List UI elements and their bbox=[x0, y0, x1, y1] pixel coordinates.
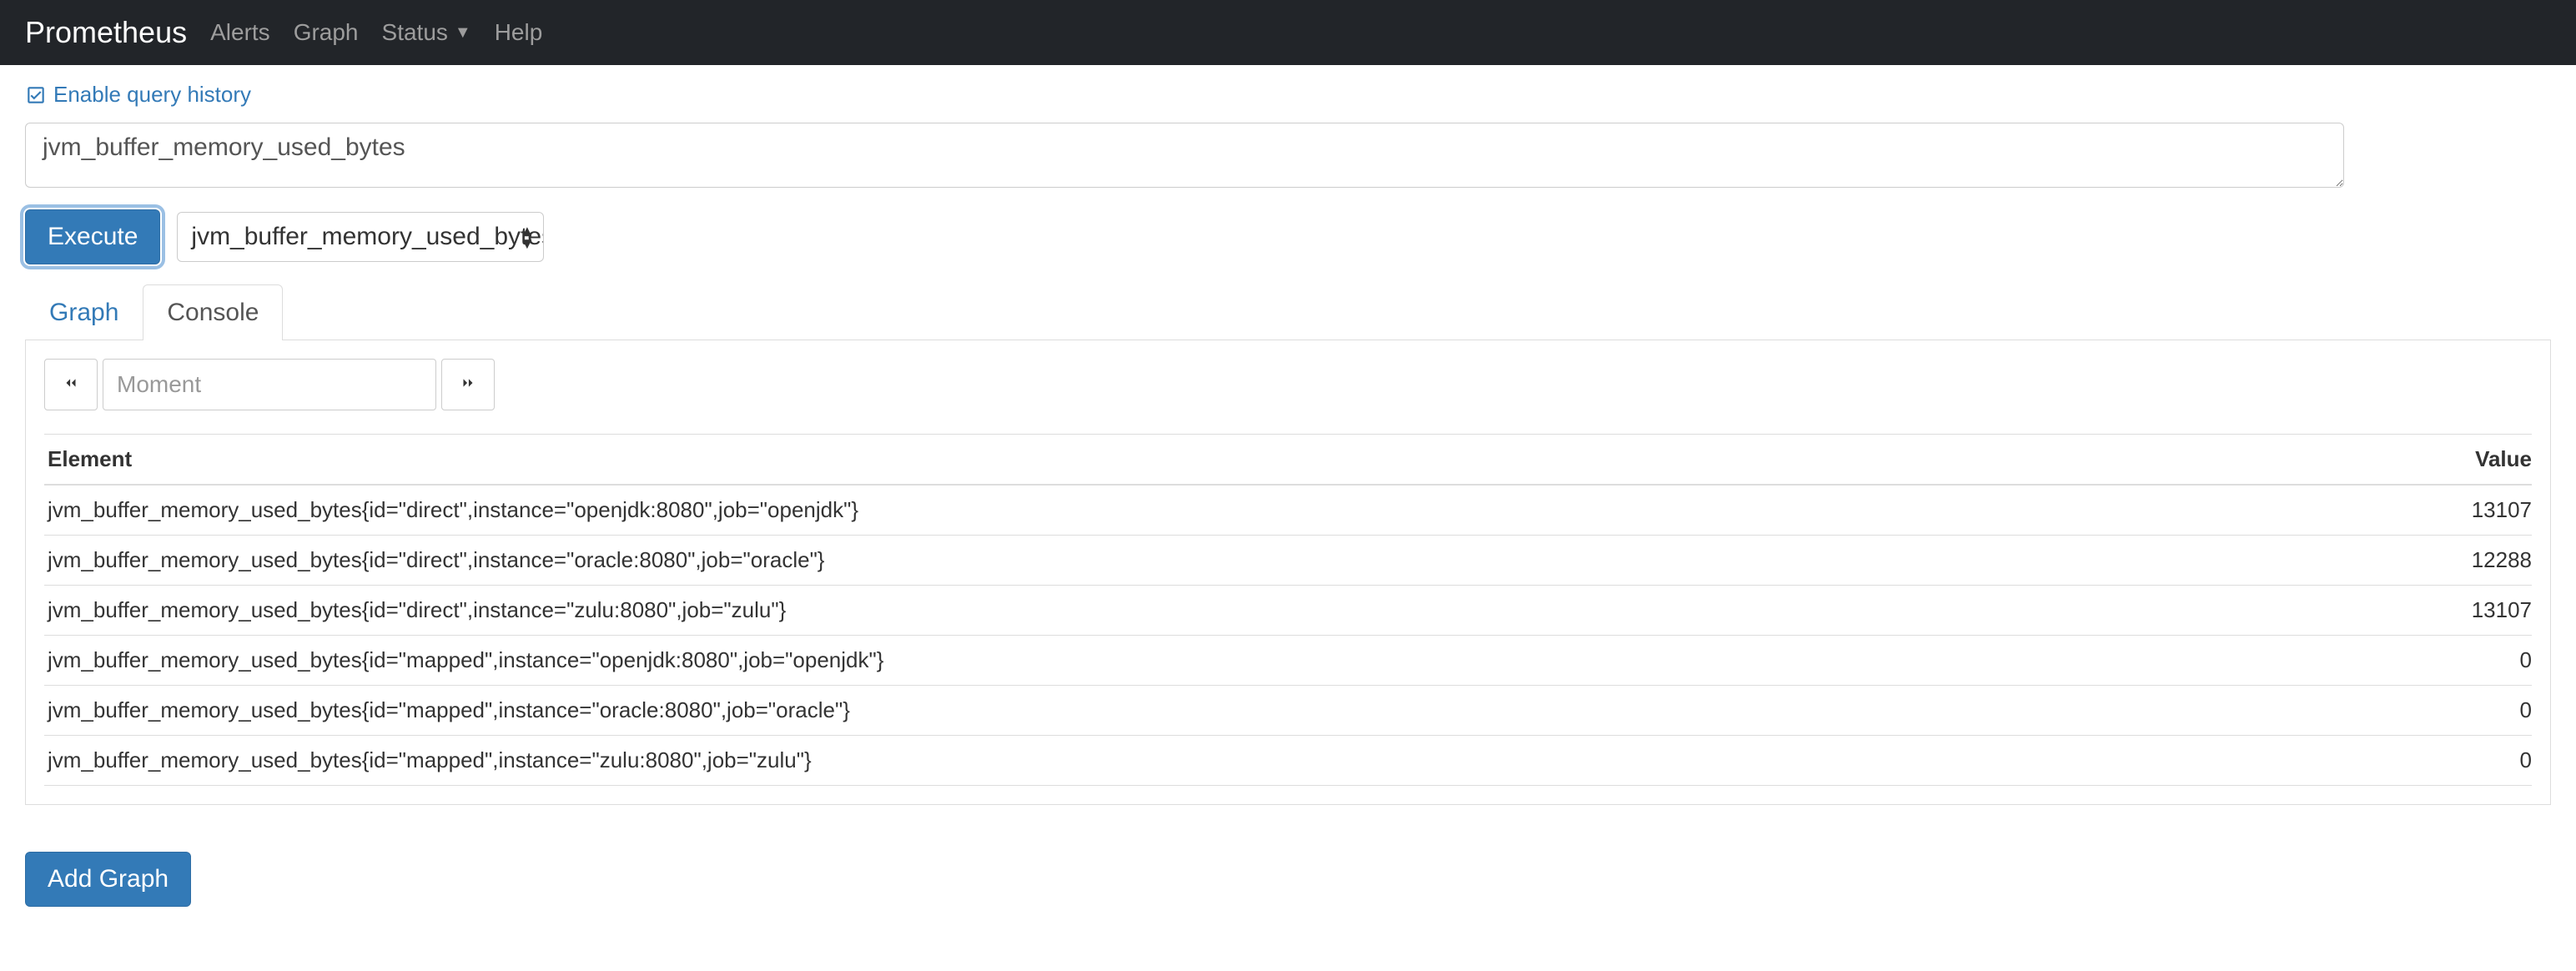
table-header-row: Element Value bbox=[44, 435, 2532, 486]
cell-element: jvm_buffer_memory_used_bytes{id="direct"… bbox=[44, 536, 2357, 586]
metric-select[interactable]: jvm_buffer_memory_used_bytes ▴▾ bbox=[177, 212, 544, 262]
add-graph-wrap: Add Graph bbox=[25, 852, 2551, 907]
metric-select-value: jvm_buffer_memory_used_bytes bbox=[191, 223, 544, 251]
cell-value: 0 bbox=[2357, 686, 2532, 736]
tab-console[interactable]: Console bbox=[143, 284, 283, 340]
cell-element: jvm_buffer_memory_used_bytes{id="mapped"… bbox=[44, 686, 2357, 736]
moment-next-button[interactable] bbox=[441, 359, 495, 410]
double-chevron-right-icon bbox=[459, 370, 477, 399]
cell-element: jvm_buffer_memory_used_bytes{id="mapped"… bbox=[44, 636, 2357, 686]
table-row: jvm_buffer_memory_used_bytes{id="mapped"… bbox=[44, 636, 2532, 686]
cell-value: 0 bbox=[2357, 636, 2532, 686]
nav-status[interactable]: Status ▼ bbox=[382, 19, 471, 46]
nav-graph[interactable]: Graph bbox=[294, 19, 359, 46]
checkbox-icon bbox=[25, 84, 47, 106]
navbar: Prometheus Alerts Graph Status ▼ Help bbox=[0, 0, 2576, 65]
table-row: jvm_buffer_memory_used_bytes{id="direct"… bbox=[44, 586, 2532, 636]
tab-graph[interactable]: Graph bbox=[25, 284, 143, 340]
double-chevron-left-icon bbox=[62, 370, 80, 399]
navbar-brand[interactable]: Prometheus bbox=[25, 15, 187, 50]
add-graph-button[interactable]: Add Graph bbox=[25, 852, 191, 907]
table-row: jvm_buffer_memory_used_bytes{id="mapped"… bbox=[44, 736, 2532, 786]
query-input[interactable] bbox=[25, 123, 2344, 188]
main-container: Enable query history Execute jvm_buffer_… bbox=[0, 65, 2576, 932]
cell-element: jvm_buffer_memory_used_bytes{id="mapped"… bbox=[44, 736, 2357, 786]
col-value: Value bbox=[2357, 435, 2532, 486]
table-row: jvm_buffer_memory_used_bytes{id="direct"… bbox=[44, 536, 2532, 586]
moment-row bbox=[44, 359, 2532, 410]
nav-alerts[interactable]: Alerts bbox=[210, 19, 270, 46]
cell-element: jvm_buffer_memory_used_bytes{id="direct"… bbox=[44, 586, 2357, 636]
table-row: jvm_buffer_memory_used_bytes{id="direct"… bbox=[44, 485, 2532, 536]
select-arrows-icon: ▴▾ bbox=[522, 224, 531, 250]
nav-help[interactable]: Help bbox=[495, 19, 543, 46]
col-element: Element bbox=[44, 435, 2357, 486]
cell-value: 13107 bbox=[2357, 485, 2532, 536]
caret-down-icon: ▼ bbox=[455, 23, 471, 43]
moment-input[interactable] bbox=[103, 359, 436, 410]
table-row: jvm_buffer_memory_used_bytes{id="mapped"… bbox=[44, 686, 2532, 736]
tab-content-console: Element Value jvm_buffer_memory_used_byt… bbox=[25, 340, 2551, 805]
execute-button[interactable]: Execute bbox=[25, 209, 160, 264]
cell-element: jvm_buffer_memory_used_bytes{id="direct"… bbox=[44, 485, 2357, 536]
controls-row: Execute jvm_buffer_memory_used_bytes ▴▾ bbox=[25, 209, 2551, 264]
moment-prev-button[interactable] bbox=[44, 359, 98, 410]
table-body: jvm_buffer_memory_used_bytes{id="direct"… bbox=[44, 485, 2532, 786]
nav-status-label: Status bbox=[382, 19, 448, 46]
cell-value: 13107 bbox=[2357, 586, 2532, 636]
tabs: Graph Console bbox=[25, 284, 2551, 340]
enable-history-label: Enable query history bbox=[53, 82, 251, 108]
cell-value: 12288 bbox=[2357, 536, 2532, 586]
cell-value: 0 bbox=[2357, 736, 2532, 786]
enable-history-toggle[interactable]: Enable query history bbox=[25, 82, 251, 108]
results-table: Element Value jvm_buffer_memory_used_byt… bbox=[44, 434, 2532, 786]
